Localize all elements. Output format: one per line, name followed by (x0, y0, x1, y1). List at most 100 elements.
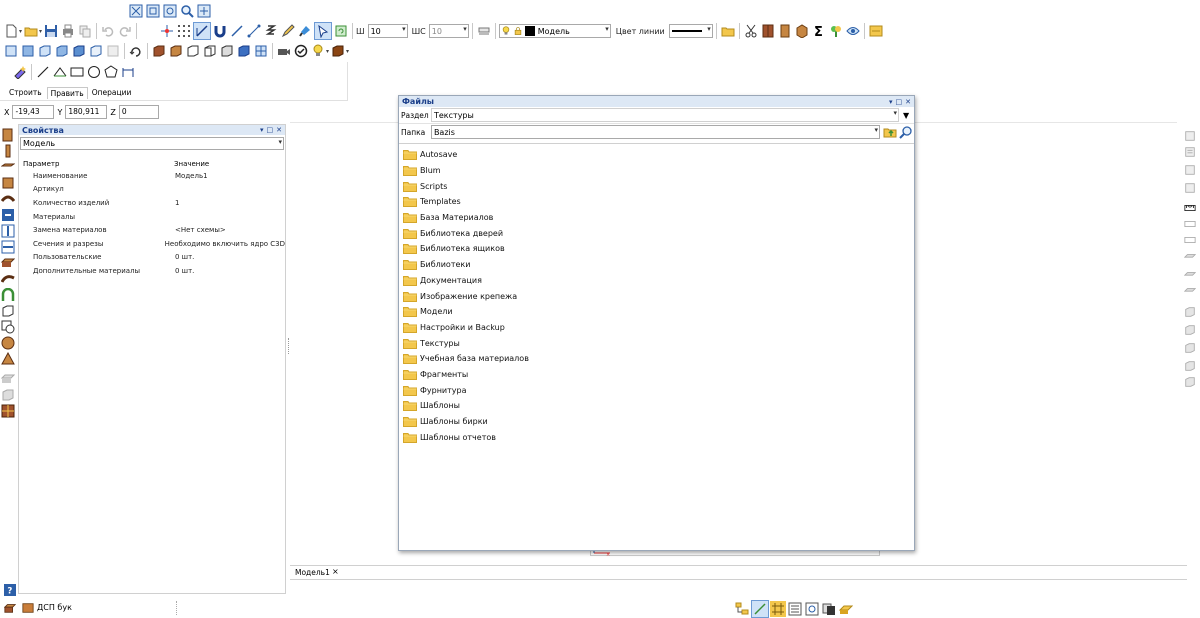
r-ruler-2-icon[interactable] (1184, 218, 1196, 230)
shelf-icon[interactable] (0, 256, 16, 270)
property-row[interactable]: Замена материалов <Нет схемы> (19, 223, 285, 237)
files-maximize-icon[interactable]: □ (896, 98, 903, 106)
r-ruler-3-icon[interactable] (1184, 234, 1196, 246)
folder-item[interactable]: Фурнитура (399, 382, 914, 398)
folder-item[interactable]: Библиотека дверей (399, 225, 914, 241)
r-box-5-icon[interactable] (1184, 376, 1196, 388)
folder-item[interactable]: Blum (399, 163, 914, 179)
step-select[interactable]: 10 ▾ (428, 24, 469, 38)
r-box-3-icon[interactable] (1184, 342, 1196, 354)
folder-item[interactable]: Библиотека ящиков (399, 241, 914, 257)
folder-item[interactable]: Templates (399, 194, 914, 210)
cursor-select-icon[interactable] (314, 22, 333, 40)
object-select[interactable]: Модель ▾ (20, 137, 284, 150)
r-box-1-icon[interactable] (1184, 306, 1196, 318)
layers-icon[interactable] (476, 23, 492, 39)
r-sheet-2-icon[interactable] (1184, 146, 1196, 158)
camera-icon[interactable] (276, 43, 292, 59)
ortho-icon[interactable] (193, 22, 212, 40)
pin-icon[interactable]: ▾ (260, 126, 264, 134)
redo-icon[interactable] (117, 23, 133, 39)
view-back-icon[interactable] (20, 43, 36, 59)
shade-hidden-icon[interactable] (202, 43, 218, 59)
r-shelf-3-icon[interactable] (1183, 286, 1197, 298)
zoom-status-icon[interactable] (804, 601, 820, 617)
folder-item[interactable]: Учебная база материалов (399, 351, 914, 367)
shade-blue-icon[interactable] (236, 43, 252, 59)
tab-edit[interactable]: Править (46, 87, 88, 99)
measure-icon[interactable] (246, 23, 262, 39)
line-width-select[interactable]: 10 ▾ (367, 24, 408, 38)
r-shelf-1-icon[interactable] (1183, 252, 1197, 264)
revolve-icon[interactable] (1, 320, 15, 334)
paint-icon[interactable] (297, 23, 313, 39)
view-front-icon[interactable] (3, 43, 19, 59)
zoom-icon[interactable] (179, 3, 195, 19)
shade-edges-icon[interactable] (219, 43, 235, 59)
section-select[interactable]: Текстуры ▾ (431, 108, 899, 122)
horizontal-scrollbar[interactable] (590, 551, 880, 556)
r-shelf-2-icon[interactable] (1183, 270, 1197, 282)
dimension-horizontal-icon[interactable] (1, 240, 15, 254)
fastener-icon[interactable] (1, 208, 15, 222)
eye-icon[interactable] (845, 23, 861, 39)
save-icon[interactable] (43, 23, 59, 39)
shade-wood-icon[interactable] (168, 43, 184, 59)
folder-item[interactable]: Модели (399, 304, 914, 320)
curved-panel-icon[interactable] (0, 192, 16, 206)
folder-search-icon[interactable] (898, 124, 914, 140)
property-row[interactable]: Сечения и разрезы Необходимо включить ядр… (19, 237, 285, 251)
r-sheet-1-icon[interactable] (1184, 130, 1196, 142)
spring-icon[interactable] (263, 23, 279, 39)
zoom-window-icon[interactable] (145, 3, 161, 19)
property-row[interactable]: Дополнительные материалы 0 шт. (19, 264, 285, 278)
ortho-status-icon[interactable] (751, 600, 769, 618)
shade-wire-icon[interactable] (185, 43, 201, 59)
view-top-icon[interactable] (71, 43, 87, 59)
folder-star-icon[interactable] (720, 23, 736, 39)
sheet-disabled-icon[interactable] (0, 372, 16, 386)
tab-model1[interactable]: Модель1 (295, 568, 330, 577)
export-icon[interactable] (868, 23, 884, 39)
plant-icon[interactable] (828, 23, 844, 39)
view-left-icon[interactable] (37, 43, 53, 59)
view-right-icon[interactable] (54, 43, 70, 59)
draw-line-icon[interactable] (35, 64, 51, 80)
line-tool-icon[interactable] (229, 23, 245, 39)
sphere-icon[interactable] (1, 336, 15, 350)
section-menu-icon[interactable]: ▼ (903, 111, 909, 120)
undo-icon[interactable] (100, 23, 116, 39)
vertical-panel-icon[interactable] (1, 144, 15, 158)
r-ruler-icon[interactable] (1184, 202, 1196, 214)
tab-build[interactable]: Строить (4, 87, 47, 99)
r-sheet-3-icon[interactable] (1184, 164, 1196, 176)
layers-status-icon[interactable] (787, 601, 803, 617)
folder-item[interactable]: Документация (399, 273, 914, 289)
folder-item[interactable]: Scripts (399, 178, 914, 194)
x-input[interactable]: -19,43 (12, 105, 55, 119)
dimension-vertical-icon[interactable] (1, 224, 15, 238)
draw-wizard-icon[interactable] (12, 64, 28, 80)
refresh-view-icon[interactable] (333, 23, 349, 39)
y-input[interactable]: 180,911 (65, 105, 108, 119)
table-view-icon[interactable] (253, 43, 269, 59)
grid-status-icon[interactable] (770, 601, 786, 617)
maximize-icon[interactable]: □ (267, 126, 274, 134)
folder-item[interactable]: Фрагменты (399, 367, 914, 383)
material-icon[interactable] (330, 43, 346, 59)
r-box-4-icon[interactable] (1184, 360, 1196, 372)
property-row[interactable]: Артикул (19, 183, 285, 197)
door-icon[interactable] (777, 23, 793, 39)
view-plan-icon[interactable] (105, 43, 121, 59)
folder-select[interactable]: Bazis ▾ (430, 125, 880, 139)
shade-solid-icon[interactable] (151, 43, 167, 59)
pan-icon[interactable] (196, 3, 212, 19)
facade-icon[interactable] (1, 404, 15, 418)
z-input[interactable]: 0 (118, 105, 159, 119)
draw-polygon-icon[interactable] (103, 64, 119, 80)
r-sheet-4-icon[interactable] (1184, 182, 1196, 194)
rotate-icon[interactable] (128, 43, 144, 59)
files-close-icon[interactable]: ✕ (905, 98, 911, 106)
folder-item[interactable]: Библиотеки (399, 257, 914, 273)
pencil-icon[interactable] (280, 23, 296, 39)
